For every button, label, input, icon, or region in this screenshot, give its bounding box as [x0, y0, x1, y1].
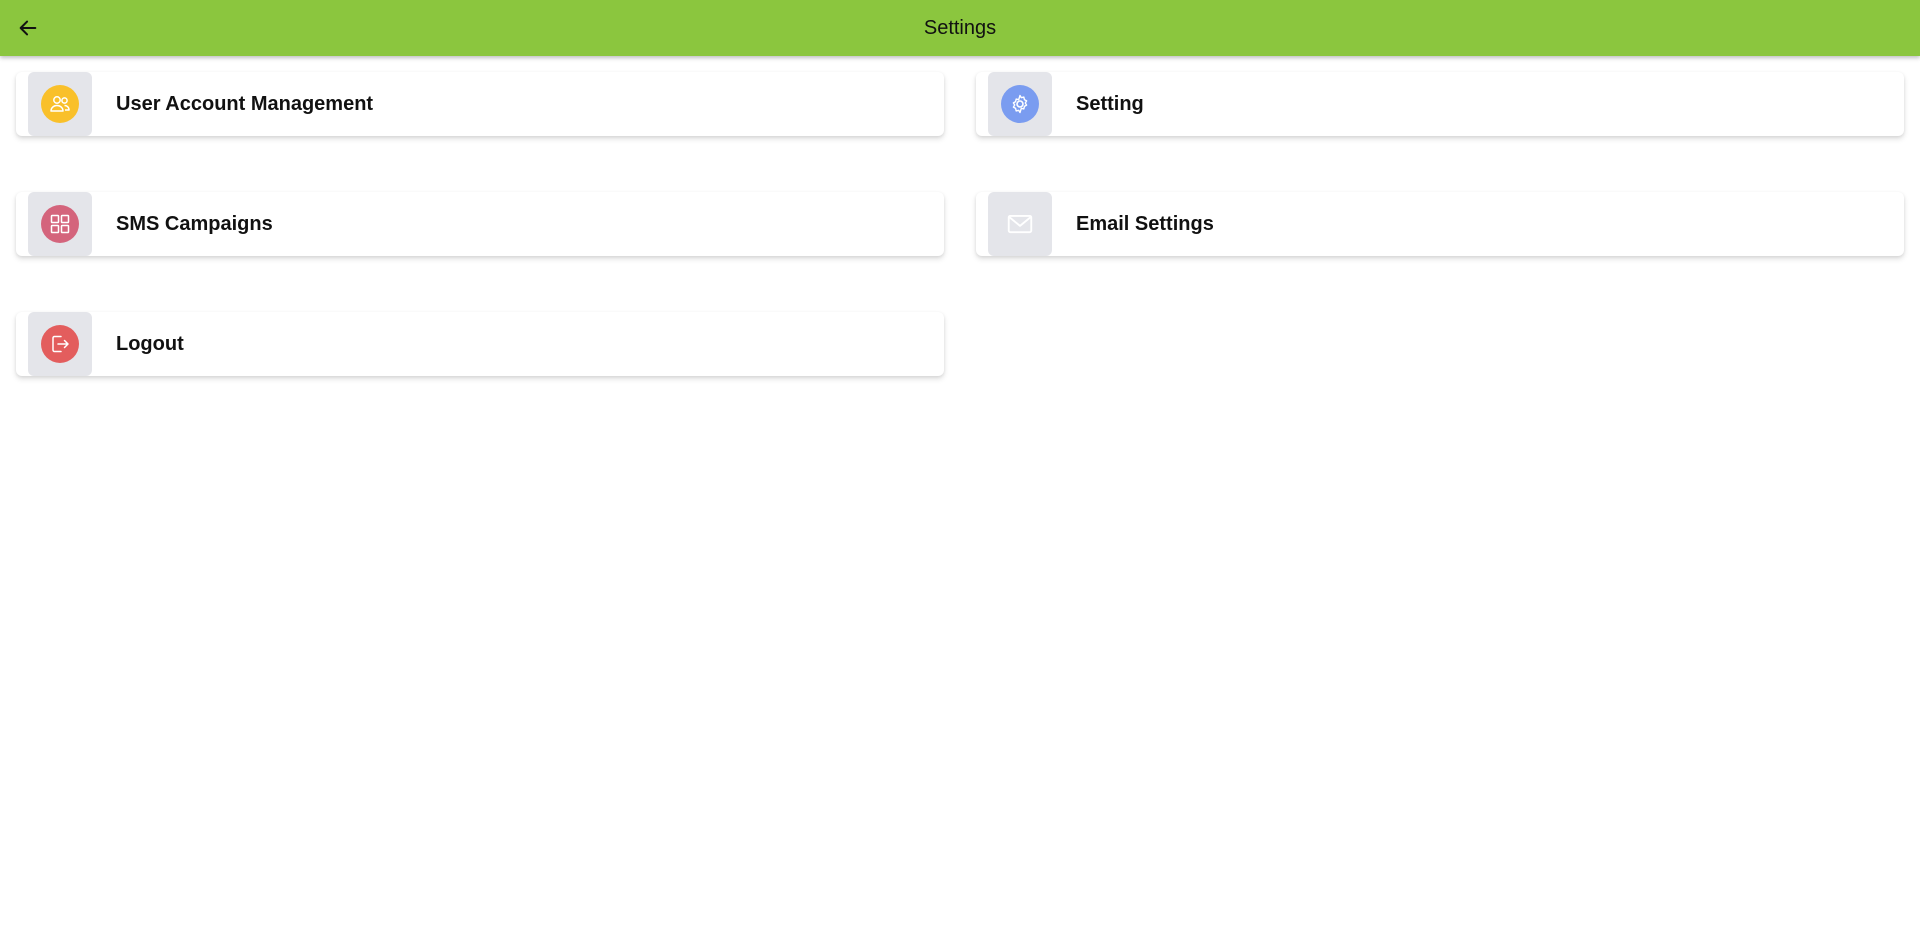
card-user-account-management[interactable]: User Account Management [16, 72, 944, 136]
card-label: SMS Campaigns [116, 212, 273, 235]
icon-tile [988, 192, 1052, 256]
icon-tile [28, 192, 92, 256]
icon-badge [41, 85, 79, 123]
settings-grid: User Account Management Setting SMS Camp… [16, 72, 1904, 376]
app-bar: Settings [0, 0, 1920, 56]
card-email-settings[interactable]: Email Settings [976, 192, 1904, 256]
page-title: Settings [923, 16, 997, 39]
mail-icon [1007, 214, 1033, 234]
back-button[interactable] [12, 12, 44, 44]
gear-icon [1012, 94, 1028, 114]
icon-badge [1001, 85, 1039, 123]
arrow-left-icon [19, 20, 37, 36]
card-sms-campaigns[interactable]: SMS Campaigns [16, 192, 944, 256]
card-logout[interactable]: Logout [16, 312, 944, 376]
logout-icon [52, 335, 69, 353]
card-label: User Account Management [116, 92, 374, 115]
icon-badge [41, 325, 79, 363]
grid-icon [50, 214, 70, 234]
icon-tile [28, 312, 92, 376]
icon-tile [28, 72, 92, 136]
card-label: Setting [1076, 92, 1144, 115]
icon-tile [988, 72, 1052, 136]
card-label: Logout [116, 332, 184, 355]
card-setting[interactable]: Setting [976, 72, 1904, 136]
users-icon [50, 96, 70, 112]
icon-badge [1001, 205, 1039, 243]
icon-badge [41, 205, 79, 243]
card-label: Email Settings [1076, 212, 1214, 235]
